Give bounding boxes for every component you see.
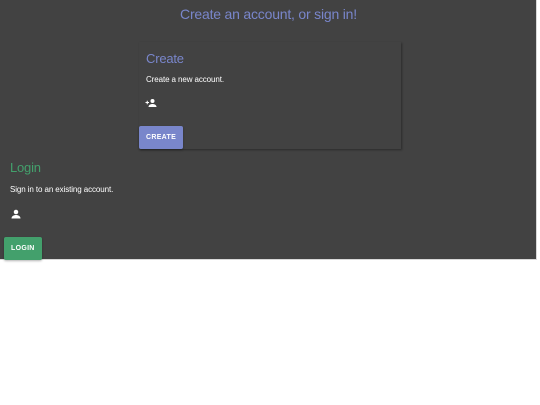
login-button[interactable]: LOGIN [4,237,42,260]
login-title: Login [10,160,41,175]
create-button[interactable]: CREATE [139,126,184,149]
add-user-icon [145,99,157,107]
login-description: Sign in to an existing account. [10,185,114,194]
page-title: Create an account, or sign in! [180,6,357,22]
create-title: Create [146,51,184,66]
person-icon [11,209,21,219]
app-container: Create an account, or sign in! Create Cr… [0,0,537,260]
create-card: Create Create a new account. CREATE [139,42,401,149]
create-description: Create a new account. [146,75,224,84]
